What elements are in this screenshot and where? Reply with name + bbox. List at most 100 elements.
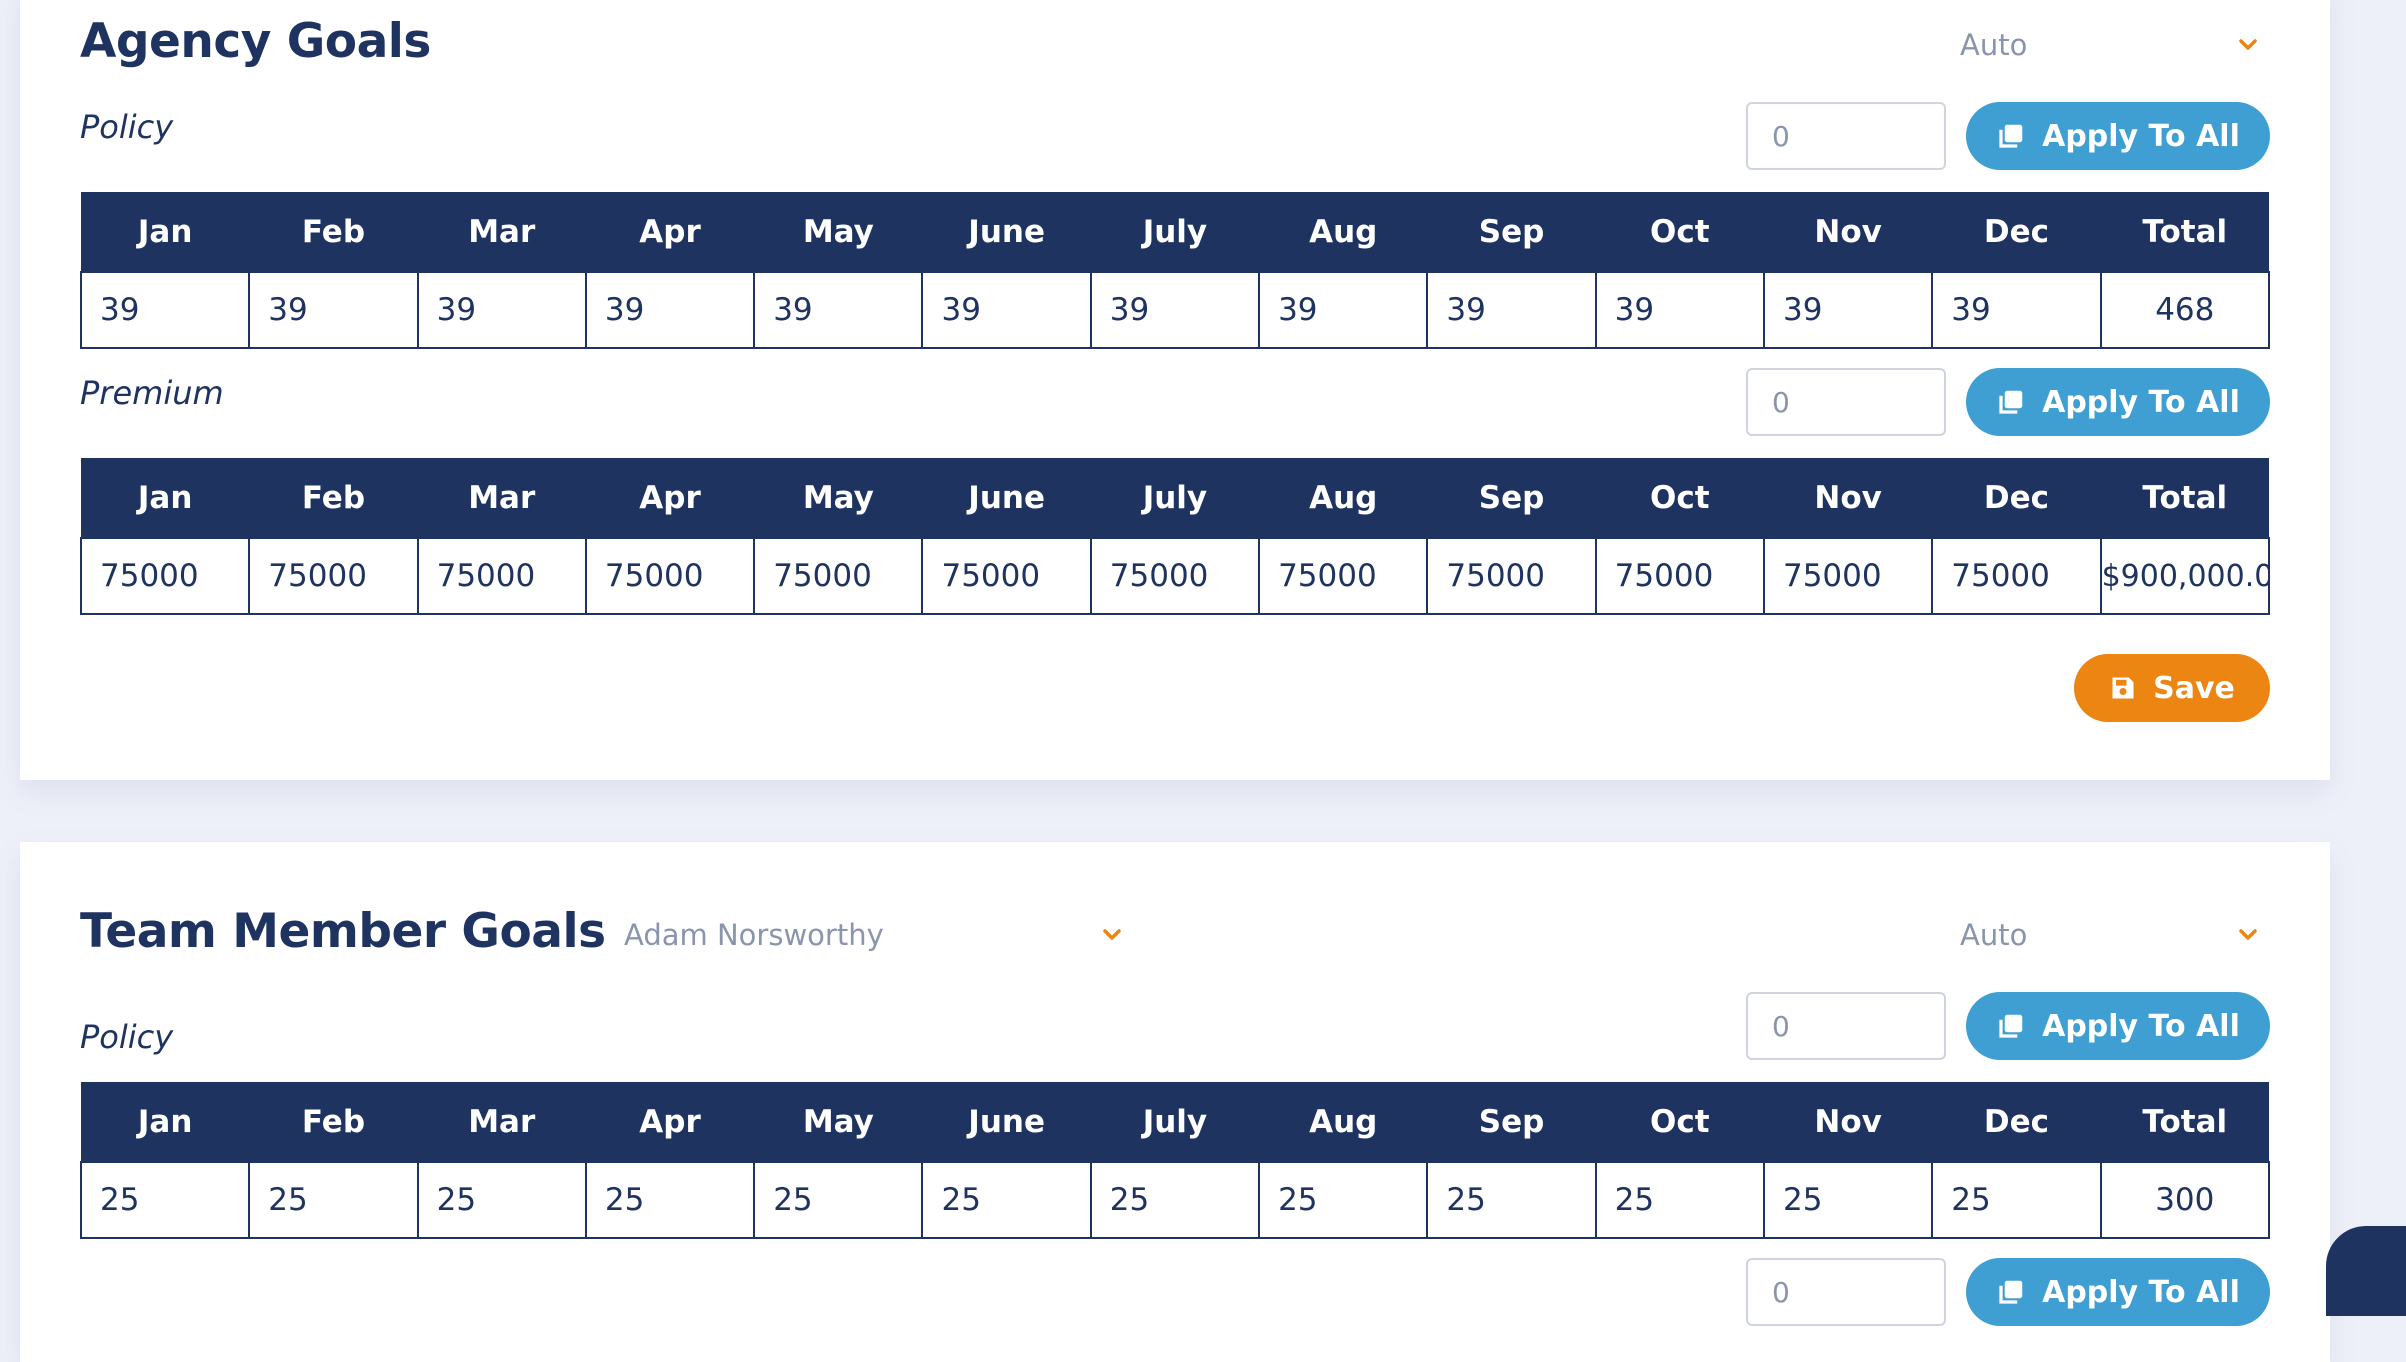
month-value-cell[interactable]: 39: [921, 271, 1092, 349]
month-value-cell[interactable]: 39: [79, 271, 251, 349]
month-value-cell[interactable]: 39: [584, 271, 756, 349]
agency-policy-apply-button[interactable]: Apply To All: [1966, 102, 2270, 170]
agency-goals-card: Agency Goals Auto Policy Apply To All Ja…: [20, 0, 2330, 780]
month-value-cell[interactable]: 25: [79, 1161, 251, 1239]
team-policy-apply-input[interactable]: [1746, 992, 1946, 1060]
month-header: Nov: [1763, 1082, 1933, 1162]
total-value-cell: $900,000.00: [2099, 537, 2271, 615]
table-row: 39 39 39 39 39 39 39 39 39 39 39 39 468: [79, 271, 2271, 349]
month-value-cell[interactable]: 75000: [79, 537, 251, 615]
month-value-cell[interactable]: 39: [1258, 271, 1429, 349]
month-value-cell[interactable]: 25: [416, 1161, 587, 1239]
month-value-cell[interactable]: 75000: [1258, 537, 1429, 615]
month-header: Oct: [1595, 192, 1764, 272]
team-premium-apply-input[interactable]: [1746, 1258, 1946, 1326]
month-value-cell[interactable]: 25: [1258, 1161, 1429, 1239]
month-value-cell[interactable]: 75000: [921, 537, 1092, 615]
team-policy-label: Policy: [80, 1018, 174, 1056]
month-value-cell[interactable]: 25: [1594, 1161, 1765, 1239]
table-row: 75000 75000 75000 75000 75000 75000 7500…: [79, 537, 2271, 615]
month-value-cell[interactable]: 39: [248, 271, 419, 349]
agency-policy-apply-input[interactable]: [1746, 102, 1946, 170]
team-member-select[interactable]: Adam Norsworthy: [624, 910, 1124, 960]
copy-icon: [1999, 1014, 2023, 1038]
month-value-cell[interactable]: 39: [1762, 271, 1934, 349]
month-value-cell[interactable]: 25: [753, 1161, 924, 1239]
scroll-to-top-button[interactable]: [2326, 1226, 2406, 1316]
month-header: June: [922, 192, 1091, 272]
month-value-cell[interactable]: 25: [1089, 1161, 1261, 1239]
month-value-cell[interactable]: 39: [1426, 271, 1597, 349]
chevron-down-icon: [2239, 929, 2257, 940]
agency-premium-apply-button[interactable]: Apply To All: [1966, 368, 2270, 436]
month-header: May: [754, 192, 923, 272]
agency-goals-title: Agency Goals: [80, 14, 431, 69]
month-value-cell[interactable]: 25: [1762, 1161, 1934, 1239]
month-value-cell[interactable]: 75000: [1594, 537, 1765, 615]
team-premium-apply-button[interactable]: Apply To All: [1966, 1258, 2270, 1326]
month-header: Mar: [417, 1082, 586, 1162]
agency-mode-select[interactable]: Auto: [1960, 20, 2260, 70]
agency-policy-table: Jan Feb Mar Apr May June July Aug Sep Oc…: [79, 192, 2271, 349]
month-value-cell[interactable]: 75000: [584, 537, 756, 615]
agency-policy-label: Policy: [80, 108, 174, 146]
total-header: Total: [2100, 192, 2269, 272]
month-header: Apr: [585, 192, 755, 272]
month-value-cell[interactable]: 75000: [1426, 537, 1597, 615]
month-value-cell[interactable]: 25: [1426, 1161, 1597, 1239]
team-member-goals-card: Team Member Goals Adam Norsworthy Auto P…: [20, 842, 2330, 1362]
month-value-cell[interactable]: 25: [248, 1161, 419, 1239]
month-header: Mar: [417, 192, 586, 272]
copy-icon: [1999, 390, 2023, 414]
month-header: Dec: [1932, 192, 2101, 272]
apply-button-label: Apply To All: [2042, 1008, 2240, 1044]
team-mode-value: Auto: [1960, 918, 2028, 952]
apply-button-label: Apply To All: [2042, 384, 2240, 420]
agency-premium-table: Jan Feb Mar Apr May June July Aug Sep Oc…: [79, 458, 2271, 615]
month-header: July: [1090, 1082, 1260, 1162]
month-value-cell[interactable]: 75000: [416, 537, 587, 615]
save-button[interactable]: Save: [2074, 654, 2270, 722]
month-header: Jan: [81, 458, 250, 538]
month-header: Feb: [249, 1082, 418, 1162]
month-value-cell[interactable]: 39: [753, 271, 924, 349]
month-header: Feb: [249, 192, 418, 272]
month-header: Sep: [1427, 458, 1596, 538]
team-policy-apply-button[interactable]: Apply To All: [1966, 992, 2270, 1060]
chevron-up-icon: [2369, 1258, 2397, 1275]
agency-premium-label: Premium: [80, 374, 224, 412]
month-header: Apr: [585, 458, 755, 538]
month-header: Dec: [1932, 458, 2101, 538]
copy-icon: [1999, 124, 2023, 148]
month-value-cell[interactable]: 39: [416, 271, 587, 349]
month-header: July: [1090, 458, 1260, 538]
month-header: Sep: [1427, 192, 1596, 272]
month-header: June: [922, 1082, 1091, 1162]
month-value-cell[interactable]: 75000: [1762, 537, 1934, 615]
month-header: Oct: [1595, 1082, 1764, 1162]
floppy-disk-icon: [2112, 677, 2134, 699]
apply-button-label: Apply To All: [2042, 1274, 2240, 1310]
team-policy-table: Jan Feb Mar Apr May June July Aug Sep Oc…: [79, 1082, 2271, 1239]
apply-button-label: Apply To All: [2042, 118, 2240, 154]
month-header: Aug: [1259, 192, 1428, 272]
month-value-cell[interactable]: 25: [921, 1161, 1092, 1239]
month-header: May: [754, 458, 923, 538]
month-value-cell[interactable]: 75000: [753, 537, 924, 615]
month-value-cell[interactable]: 75000: [248, 537, 419, 615]
month-value-cell[interactable]: 39: [1594, 271, 1765, 349]
month-value-cell[interactable]: 75000: [1089, 537, 1261, 615]
chevron-down-icon: [2239, 39, 2257, 50]
month-value-cell[interactable]: 25: [1931, 1161, 2102, 1239]
month-value-cell[interactable]: 75000: [1931, 537, 2102, 615]
team-mode-select[interactable]: Auto: [1960, 910, 2260, 960]
month-header: Aug: [1259, 458, 1428, 538]
total-value-cell: 468: [2099, 271, 2271, 349]
month-value-cell[interactable]: 39: [1089, 271, 1261, 349]
month-value-cell[interactable]: 25: [584, 1161, 756, 1239]
month-value-cell[interactable]: 39: [1931, 271, 2102, 349]
month-header: Jan: [81, 1082, 250, 1162]
chevron-down-icon: [1103, 929, 1121, 940]
month-header: Apr: [585, 1082, 755, 1162]
agency-premium-apply-input[interactable]: [1746, 368, 1946, 436]
